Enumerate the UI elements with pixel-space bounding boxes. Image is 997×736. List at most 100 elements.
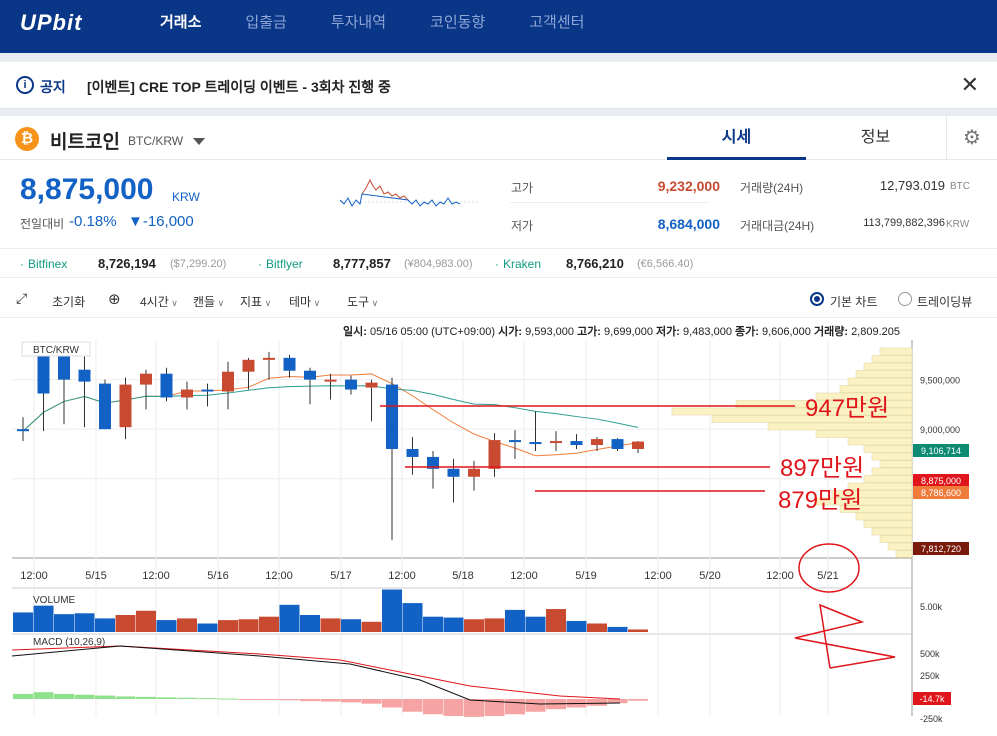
annotation-label: 897만원	[780, 455, 864, 482]
volume-bar	[628, 629, 648, 632]
volume-bar	[74, 613, 95, 632]
volume-profile-bar	[863, 445, 913, 453]
x-tick-label: 12:00	[766, 570, 794, 582]
volume-bar	[566, 620, 587, 632]
volume-bar	[177, 618, 197, 632]
star-annotation	[794, 603, 896, 669]
y-tick-label: 9,000,000	[920, 425, 960, 435]
macd-tick: 500k	[920, 649, 940, 659]
x-tick-label: 12:00	[142, 570, 170, 582]
volume-bar	[54, 614, 74, 632]
candle-body	[386, 384, 398, 449]
volume-bar	[361, 621, 382, 632]
candle-body	[406, 449, 419, 457]
volume-profile-bar	[863, 362, 913, 371]
volume-profile-bar	[855, 512, 913, 521]
macd-hist-bar	[156, 697, 177, 699]
candle-body	[509, 440, 521, 443]
macd-hist-bar	[402, 699, 423, 712]
candle-body	[447, 468, 460, 477]
candle-body	[78, 369, 91, 382]
volume-profile-bar	[871, 527, 913, 536]
candle-body	[345, 379, 357, 390]
volume-profile-bar	[871, 355, 913, 363]
candle-body	[181, 389, 193, 398]
volume-bar	[136, 610, 156, 632]
volume-profile-bar	[847, 437, 913, 446]
volume-bar	[33, 605, 54, 632]
x-tick-label: 5/15	[85, 570, 106, 582]
price-chart[interactable]: 12:00 5/15 12:00 5/16 12:00 5/17 12:00 5/18 12:0…	[0, 0, 997, 736]
volume-bar	[341, 619, 361, 632]
macd-hist-bar	[505, 699, 525, 715]
macd-hist-bar	[115, 696, 136, 699]
volume-bar	[197, 623, 218, 632]
x-tick-label: 12:00	[510, 570, 538, 582]
y-tick-label: 9,500,000	[920, 376, 960, 386]
candle-body	[283, 357, 296, 371]
candle-body	[222, 371, 234, 392]
volume-bar	[259, 616, 279, 632]
volume-bar	[402, 603, 423, 632]
x-tick-label: 12:00	[265, 570, 293, 582]
macd-hist-bar	[320, 699, 341, 702]
volume-bar	[505, 609, 525, 632]
macd-signal-line	[11, 645, 621, 700]
annotation-label: 879만원	[778, 487, 862, 514]
chart-title: BTC/KRW	[33, 345, 79, 356]
volume-profile-bar	[847, 377, 913, 386]
volume-profile-bar	[855, 370, 913, 378]
volume-bar	[115, 615, 136, 632]
volume-bar	[525, 616, 546, 632]
macd-tag-label: -14.7k	[919, 694, 945, 704]
volume-bar	[320, 618, 341, 632]
macd-hist-bar	[238, 699, 259, 700]
macd-hist-bar	[218, 698, 238, 700]
volume-profile-bar	[871, 452, 913, 461]
macd-hist-bar	[136, 696, 156, 699]
x-tick-label: 5/18	[452, 570, 473, 582]
volume-bar	[279, 604, 300, 632]
macd-hist-bar	[177, 697, 197, 699]
candle-body	[160, 373, 173, 398]
candle-body	[468, 468, 480, 477]
candle-body	[119, 384, 132, 428]
candle-body	[17, 429, 29, 432]
x-tick-label: 12:00	[20, 570, 48, 582]
volume-profile-bar	[767, 422, 913, 431]
volume-bar	[607, 626, 628, 632]
volume-label: VOLUME	[33, 595, 76, 606]
macd-hist-bar	[95, 695, 115, 699]
x-tick-label: 5/21	[817, 570, 838, 582]
volume-bar	[95, 618, 115, 632]
candle-body	[304, 370, 316, 380]
volume-profile-bar	[879, 535, 913, 543]
candle-body	[611, 439, 624, 449]
candle-body	[591, 439, 603, 446]
macd-hist-bar	[341, 699, 361, 703]
price-tag-label: 8,875,000	[921, 476, 961, 486]
volume-tick: 5.00k	[920, 602, 943, 612]
candle-body	[324, 379, 337, 382]
volume-profile-bar	[863, 475, 913, 483]
candle-body	[99, 383, 111, 430]
macd-hist-bar	[361, 699, 382, 704]
macd-label: MACD (10,26,9)	[33, 637, 105, 648]
x-tick-label: 5/16	[207, 570, 228, 582]
macd-hist-bar	[259, 699, 279, 700]
x-tick-label: 12:00	[388, 570, 416, 582]
price-tag-label: 9,106,714	[921, 446, 961, 456]
volume-profile-bar	[879, 460, 913, 468]
price-tag-label: 7,812,720	[921, 544, 961, 554]
macd-hist-bar	[197, 698, 218, 700]
macd-hist-bar	[54, 693, 74, 699]
candle-body	[550, 441, 562, 444]
volume-bar	[546, 609, 566, 632]
macd-hist-bar	[443, 699, 464, 716]
volume-profile-bar	[871, 467, 913, 476]
macd-hist-bar	[74, 694, 95, 699]
macd-tick: 250k	[920, 671, 940, 681]
volume-bar	[156, 620, 177, 632]
price-tag-label: 8,786,600	[921, 488, 961, 498]
volume-profile-bar	[863, 520, 913, 528]
